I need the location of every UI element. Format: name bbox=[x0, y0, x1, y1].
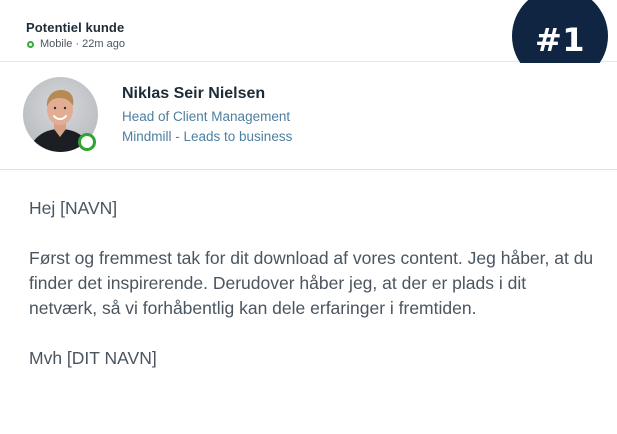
message-signoff: Mvh [DIT NAVN] bbox=[29, 348, 157, 368]
online-status-icon bbox=[27, 40, 34, 48]
rank-badge-label: #1 bbox=[534, 21, 586, 59]
message-body: Hej [NAVN] Først og fremmest tak for dit… bbox=[29, 196, 599, 371]
contact-name[interactable]: Niklas Seir Nielsen bbox=[122, 85, 265, 103]
message-greeting: Hej [NAVN] bbox=[29, 198, 118, 218]
activity-status: Mobile · 22m ago bbox=[26, 38, 125, 50]
profile-card[interactable]: Niklas Seir Nielsen Head of Client Manag… bbox=[0, 63, 617, 170]
lead-type-title: Potentiel kunde bbox=[26, 20, 125, 35]
activity-status-text: Mobile · 22m ago bbox=[40, 38, 125, 50]
presence-indicator-icon bbox=[78, 133, 96, 151]
contact-company: Mindmill - Leads to business bbox=[122, 129, 293, 144]
contact-headline: Head of Client Management bbox=[122, 109, 291, 124]
message-text: Først og fremmest tak for dit download a… bbox=[29, 248, 594, 318]
